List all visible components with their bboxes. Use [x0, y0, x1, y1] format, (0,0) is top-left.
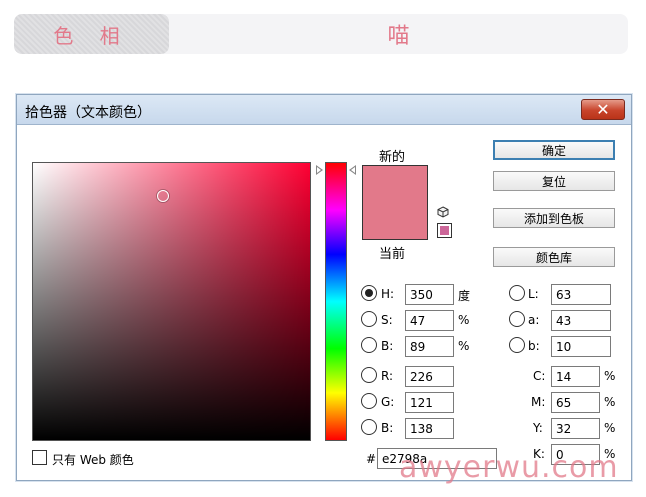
magenta-unit: % [604, 395, 616, 409]
saturation-unit: % [458, 313, 470, 327]
watermark: awyerwu.com [399, 450, 619, 485]
websafe-color-swatch[interactable] [437, 223, 452, 238]
hue-slider[interactable] [325, 162, 347, 441]
cyan-input[interactable] [551, 366, 600, 387]
web-colors-only-checkbox[interactable] [32, 450, 47, 465]
dialog-title: 拾色器（文本颜色） [25, 105, 151, 121]
radio-a-channel[interactable] [509, 311, 525, 327]
brightness-label: B: [381, 339, 394, 353]
b-channel-input[interactable] [551, 336, 611, 357]
yellow-label: Y: [533, 421, 543, 435]
color-swatch [362, 165, 428, 240]
new-color-swatch [363, 166, 427, 203]
a-channel-label: a: [528, 313, 540, 327]
saturation-label: S: [381, 313, 393, 327]
close-button[interactable]: ✕ [581, 99, 625, 120]
green-label: G: [381, 395, 395, 409]
brightness-input[interactable] [405, 336, 454, 357]
red-input[interactable] [405, 366, 454, 387]
color-field[interactable] [32, 162, 311, 441]
hue-slider-right-arrow[interactable] [349, 165, 356, 175]
a-channel-input[interactable] [551, 310, 611, 331]
new-color-label: 新的 [379, 150, 406, 165]
color-picker-dialog: 拾色器（文本颜色） ✕ 新的 当前 确定 复位 添加到色板 颜色库 H: 度 S… [16, 94, 632, 481]
radio-red[interactable] [361, 367, 377, 383]
banner-tag: 色 相 [14, 14, 169, 54]
hex-label: # [366, 452, 377, 466]
lightness-input[interactable] [551, 284, 611, 305]
radio-blue[interactable] [361, 419, 377, 435]
web-colors-only-label: 只有 Web 颜色 [52, 453, 134, 467]
radio-saturation[interactable] [361, 311, 377, 327]
green-input[interactable] [405, 392, 454, 413]
yellow-unit: % [604, 421, 616, 435]
dialog-titlebar[interactable]: 拾色器（文本颜色） ✕ [17, 95, 631, 125]
color-libraries-button[interactable]: 颜色库 [493, 247, 615, 267]
radio-green[interactable] [361, 393, 377, 409]
current-color-label: 当前 [379, 247, 406, 262]
hue-label: H: [381, 287, 395, 301]
add-to-swatches-button[interactable]: 添加到色板 [493, 208, 615, 228]
cyan-label: C: [533, 369, 546, 383]
lightness-label: L: [528, 287, 539, 301]
hue-slider-left-arrow[interactable] [316, 165, 323, 175]
banner-title: 喵 [387, 24, 410, 49]
saturation-input[interactable] [405, 310, 454, 331]
yellow-input[interactable] [551, 418, 600, 439]
color-field-cursor[interactable] [157, 190, 169, 202]
blue-label: B: [381, 421, 394, 435]
magenta-input[interactable] [551, 392, 600, 413]
radio-lightness[interactable] [509, 285, 525, 301]
b-channel-label: b: [528, 339, 540, 353]
top-banner: 色 相 喵 [14, 14, 628, 54]
cyan-unit: % [604, 369, 616, 383]
red-label: R: [381, 369, 394, 383]
hue-unit: 度 [458, 289, 471, 303]
websafe-cube-icon[interactable] [437, 206, 449, 218]
reset-button[interactable]: 复位 [493, 171, 615, 191]
radio-b-channel[interactable] [509, 337, 525, 353]
radio-hue[interactable] [361, 285, 377, 301]
brightness-unit: % [458, 339, 470, 353]
ok-button[interactable]: 确定 [493, 140, 615, 160]
current-color-swatch[interactable] [363, 202, 427, 239]
radio-brightness[interactable] [361, 337, 377, 353]
blue-input[interactable] [405, 418, 454, 439]
hue-input[interactable] [405, 284, 454, 305]
magenta-label: M: [531, 395, 546, 409]
close-icon: ✕ [596, 100, 610, 119]
